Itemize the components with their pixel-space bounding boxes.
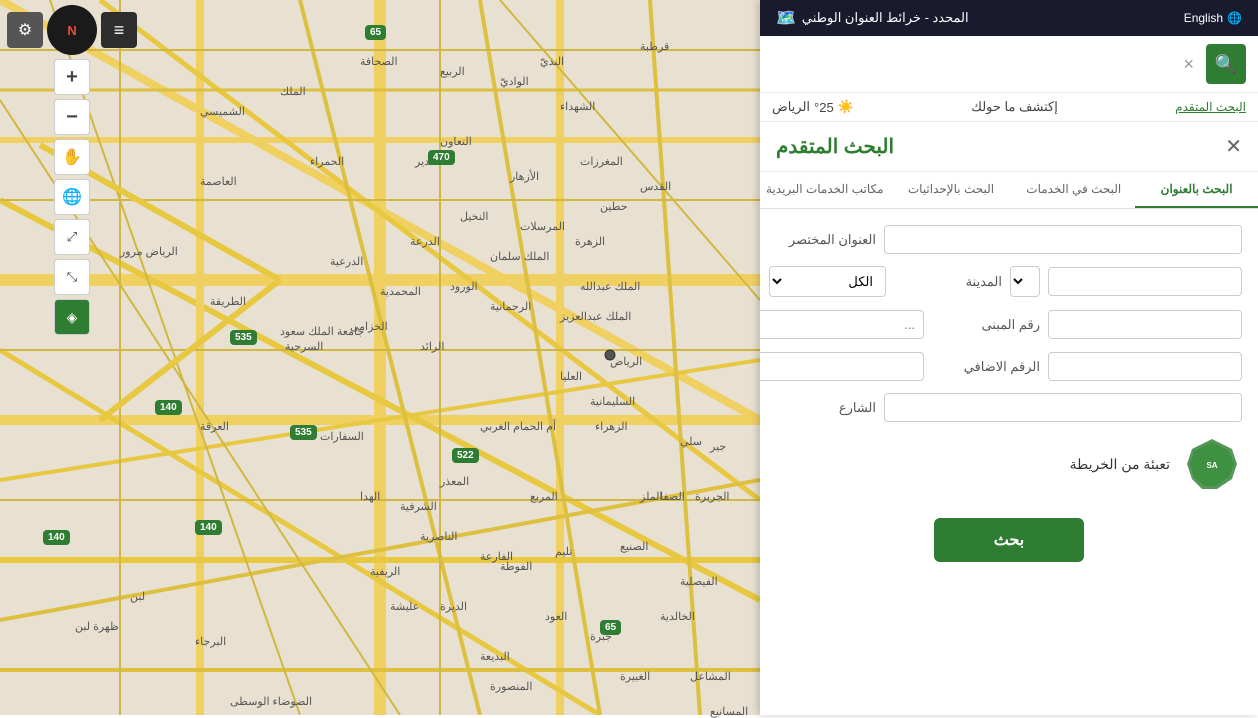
search-bar: 🔍 × — [760, 36, 1258, 93]
settings-icon: ⚙ — [18, 20, 32, 40]
additional-number-input[interactable] — [1048, 352, 1242, 381]
postal-code-input[interactable] — [760, 352, 924, 381]
compass-n-label: N — [67, 23, 76, 38]
tab-postal-offices[interactable]: مكاتب الخدمات البريدية — [760, 172, 890, 208]
region-field: الكل الرياض مكة المكرمة المدينة المنورة … — [760, 266, 886, 297]
search-submit-row: بحث — [776, 510, 1242, 570]
building-number-label: رقم المبنى — [940, 317, 1040, 333]
weather-info: ☀️ °25 الرياض — [772, 99, 854, 115]
street-input[interactable] — [884, 393, 1242, 422]
pan-icon: ✋ — [62, 147, 82, 167]
zoom-in-icon: + — [66, 66, 78, 89]
close-icon: ✕ — [1225, 136, 1242, 158]
advanced-search-title: البحث المتقدم — [776, 134, 894, 159]
pan-button[interactable]: ✋ — [54, 139, 90, 175]
tab-by-services[interactable]: البحث في الخدمات — [1012, 172, 1135, 208]
advanced-search-link[interactable]: البحث المتقدم — [1175, 100, 1246, 114]
district-field: ▼ الحي — [760, 309, 924, 340]
expand-icon: ⤢ — [67, 229, 77, 245]
right-panel: 🌐 English المحدد - خرائط العنوان الوطني … — [760, 0, 1258, 715]
city-label: المدينة — [902, 274, 1002, 290]
info-bar: البحث المتقدم إكتشف ما حولك ☀️ °25 الريا… — [760, 93, 1258, 122]
building-number-input[interactable] — [1048, 310, 1242, 339]
layers-icon: ◈ — [67, 309, 78, 326]
app-title: المحدد - خرائط العنوان الوطني — [802, 10, 969, 26]
tabs-container: البحث بالعنوان البحث في الخدمات البحث با… — [760, 172, 1258, 209]
zoom-in-button[interactable]: + — [54, 59, 90, 95]
language-label: English — [1184, 11, 1223, 25]
city-dropdown[interactable]: ▼ — [1010, 266, 1040, 297]
svg-text:SA: SA — [1206, 461, 1217, 470]
region-select[interactable]: الكل الرياض مكة المكرمة المدينة المنورة … — [769, 266, 886, 297]
additional-number-field: الرقم الاضافي — [940, 352, 1242, 381]
city-field: ▼ المدينة — [902, 266, 1242, 297]
search-submit-button[interactable]: بحث — [934, 518, 1085, 562]
map-fill-label: تعبئة من الخريطة — [1070, 456, 1170, 473]
temperature: °25 — [814, 100, 834, 115]
search-button[interactable]: 🔍 — [1206, 44, 1246, 84]
advanced-panel: ✕ البحث المتقدم البحث بالعنوان البحث في … — [760, 122, 1258, 715]
city-input[interactable] — [1048, 267, 1242, 296]
search-icon: 🔍 — [1215, 54, 1237, 75]
map-fill-icon-container: SA — [1182, 434, 1242, 494]
map-fill-icon: SA — [1182, 434, 1242, 494]
compress-button[interactable]: ⤡ — [54, 259, 90, 295]
additional-number-label: الرقم الاضافي — [940, 359, 1040, 375]
panel-header: 🌐 English المحدد - خرائط العنوان الوطني … — [760, 0, 1258, 36]
district-input[interactable] — [760, 310, 924, 339]
clear-icon: × — [1183, 54, 1194, 74]
main-search-input[interactable] — [772, 51, 1171, 78]
zoom-out-button[interactable]: − — [54, 99, 90, 135]
region-city-row: ▼ المدينة الكل الرياض مكة المكرمة المدين… — [776, 266, 1242, 297]
short-address-row: العنوان المختصر — [776, 225, 1242, 254]
app-title-icon: 🗺️ — [776, 8, 796, 28]
compress-icon: ⤡ — [67, 269, 77, 285]
search-form: العنوان المختصر ▼ المدينة الكل الرياض — [760, 209, 1258, 586]
clear-search-button[interactable]: × — [1179, 54, 1198, 75]
zoom-out-icon: − — [66, 106, 78, 129]
explore-label: إكتشف ما حولك — [971, 99, 1058, 115]
short-address-label: العنوان المختصر — [776, 232, 876, 248]
map-fill-row: SA تعبئة من الخريطة — [776, 434, 1242, 510]
settings-button[interactable]: ⚙ — [7, 12, 43, 48]
globe-icon-header: 🌐 — [1227, 11, 1242, 25]
weather-icon: ☀️ — [838, 99, 854, 115]
postal-additional-row: الرقم الاضافي الرمز البريدي — [776, 352, 1242, 381]
tab-by-address[interactable]: البحث بالعنوان — [1135, 172, 1258, 208]
compass-button[interactable]: N — [47, 5, 97, 55]
menu-icon: ≡ — [114, 20, 125, 41]
advanced-search-header: ✕ البحث المتقدم — [760, 122, 1258, 172]
district-building-row: رقم المبنى ▼ الحي — [776, 309, 1242, 340]
building-field: رقم المبنى — [940, 309, 1242, 340]
close-advanced-button[interactable]: ✕ — [1225, 134, 1242, 159]
globe-icon: 🌐 — [62, 187, 82, 207]
layers-button[interactable]: ◈ — [54, 299, 90, 335]
short-address-input[interactable] — [884, 225, 1242, 254]
globe-button[interactable]: 🌐 — [54, 179, 90, 215]
postal-code-field: الرمز البريدي — [760, 352, 924, 381]
street-row: الشارع — [776, 393, 1242, 422]
city-label: الرياض — [772, 99, 810, 115]
street-label: الشارع — [776, 400, 876, 416]
menu-button[interactable]: ≡ — [101, 12, 137, 48]
tab-by-stats[interactable]: البحث بالإحداثيات — [890, 172, 1013, 208]
expand-button[interactable]: ⤢ — [54, 219, 90, 255]
language-button[interactable]: 🌐 English — [1184, 11, 1242, 25]
region-label: المنطقة — [760, 274, 761, 290]
